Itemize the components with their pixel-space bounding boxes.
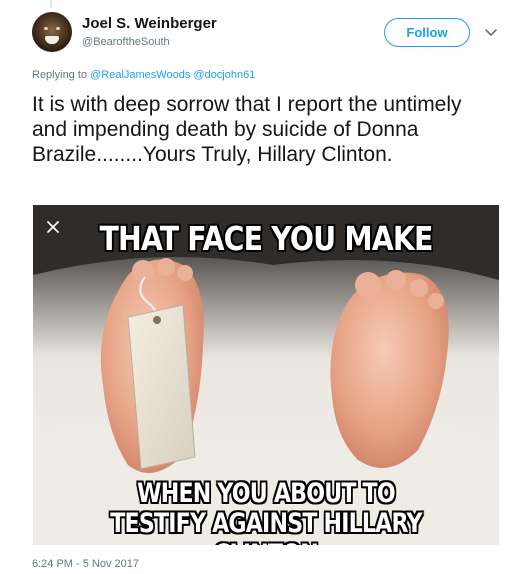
avatar-mouth (45, 36, 59, 44)
right-toe (386, 270, 406, 290)
avatar-eye-left (44, 27, 48, 30)
tweet-timestamp[interactable]: 6:24 PM - 5 Nov 2017 (32, 558, 139, 570)
avatar[interactable] (32, 12, 72, 52)
meme-caption-bottom-line1: WHEN YOU ABOUT TO (137, 478, 395, 509)
follow-button[interactable]: Follow (384, 18, 470, 47)
tweet-media-image[interactable]: THAT FACE YOU MAKE WHEN YOU ABOUT TO TES… (33, 205, 499, 545)
left-toe (177, 265, 193, 281)
author-handle[interactable]: @BearoftheSouth (82, 36, 170, 48)
meme-caption-bottom-line2: TESTIFY AGAINST HILLARY CLINTON (110, 508, 422, 545)
tweet-text: It is with deep sorrow that I report the… (32, 93, 462, 166)
close-icon[interactable] (43, 217, 63, 237)
replying-to-label: Replying to (32, 69, 88, 81)
replying-to: Replying to @RealJamesWoods @docjohn61 (32, 69, 255, 81)
meme-caption-top: THAT FACE YOU MAKE (99, 219, 433, 258)
mention-link[interactable]: @docjohn61 (193, 69, 255, 81)
toe-tag-hole (153, 316, 161, 324)
left-toe (157, 258, 175, 276)
thread-connector-line (50, 0, 52, 8)
author-name[interactable]: Joel S. Weinberger (82, 15, 217, 32)
right-toe (428, 293, 444, 309)
avatar-eye-right (56, 27, 60, 30)
right-toe (355, 272, 381, 298)
mention-link[interactable]: @RealJamesWoods (90, 69, 190, 81)
chevron-down-icon[interactable] (482, 24, 500, 42)
right-toe (410, 279, 428, 297)
